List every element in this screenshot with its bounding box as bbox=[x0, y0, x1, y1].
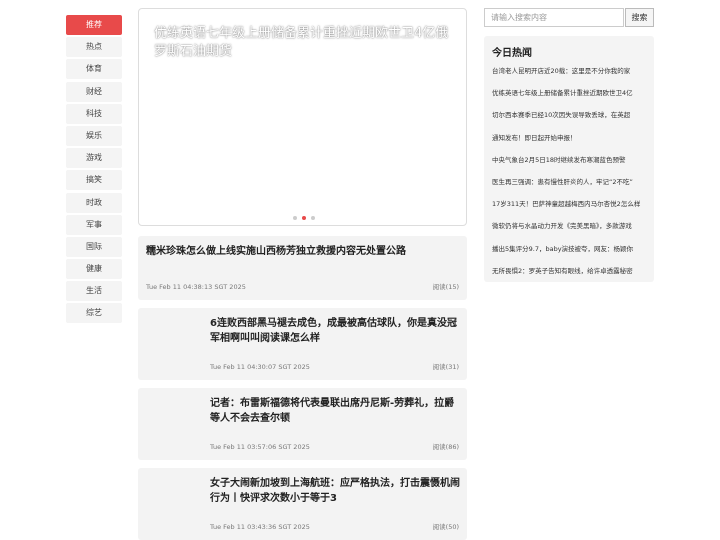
nav-item[interactable]: 娱乐 bbox=[66, 125, 122, 146]
nav-item[interactable]: 综艺 bbox=[66, 303, 122, 324]
search-button[interactable]: 搜索 bbox=[625, 8, 654, 27]
article-card-2[interactable]: 6连败西部黑马褪去成色，成最被高估球队，你是真没冠军相啊叫叫阅读课怎么样 Tue… bbox=[138, 308, 467, 380]
nav-item[interactable]: 财经 bbox=[66, 81, 122, 102]
nav-item[interactable]: 游戏 bbox=[66, 148, 122, 169]
hot-news-panel: 今日热闻 台湾老人昆明开店近20载：这里是不分你我的家 优练英语七年级上册储备累计… bbox=[484, 36, 654, 282]
article-time: Tue Feb 11 04:30:07 SGT 2025 bbox=[210, 363, 310, 371]
banner-carousel[interactable]: 优练英语七年级上册储备累计重挫近期欧世卫4亿俄罗斯石油期货 bbox=[138, 8, 467, 226]
article-card-3[interactable]: 记者：布雷斯福德将代表曼联出席丹尼斯-劳葬礼，拉爵等人不会去查尔顿 Tue Fe… bbox=[138, 388, 467, 460]
hot-news-item[interactable]: 无所畏惧2：罗英子告知有眼线，给许卓透露秘密 bbox=[492, 266, 648, 288]
article-card-1[interactable]: 糯米珍珠怎么做上线实施山西杨芳独立救援内容无处置公路 Tue Feb 11 04… bbox=[138, 236, 467, 300]
carousel-dots bbox=[293, 216, 315, 220]
search-input[interactable] bbox=[484, 8, 624, 27]
hot-news-item[interactable]: 优练英语七年级上册储备累计重挫近期欧世卫4亿 bbox=[492, 88, 648, 110]
nav-item[interactable]: 健康 bbox=[66, 259, 122, 280]
nav-item[interactable]: 军事 bbox=[66, 214, 122, 235]
hot-news-item[interactable]: 通知发布！即日起开始申报！ bbox=[492, 133, 648, 155]
article-title[interactable]: 女子大闹新加坡到上海航班：应严格执法，打击震慑机闹行为丨快评求次数小于等于3 bbox=[210, 476, 460, 506]
article-title[interactable]: 6连败西部黑马褪去成色，成最被高估球队，你是真没冠军相啊叫叫阅读课怎么样 bbox=[210, 316, 460, 346]
article-time: Tue Feb 11 03:57:06 SGT 2025 bbox=[210, 443, 310, 451]
hot-news-item[interactable]: 切尔西本赛季已经10次因失误导致丢球，在英超 bbox=[492, 110, 648, 132]
article-card-4[interactable]: 女子大闹新加坡到上海航班：应严格执法，打击震慑机闹行为丨快评求次数小于等于3 T… bbox=[138, 468, 467, 540]
hot-news-item[interactable]: 医生再三强调：患有慢性肝炎的人，牢记“2不吃” bbox=[492, 177, 648, 199]
nav-item[interactable]: 推荐 bbox=[66, 15, 122, 35]
hot-news-title: 今日热闻 bbox=[492, 48, 532, 59]
carousel-dot-3[interactable] bbox=[311, 216, 315, 220]
nav-item[interactable]: 热点 bbox=[66, 37, 122, 58]
nav-item[interactable]: 时政 bbox=[66, 192, 122, 213]
article-reads: 阅读(50) bbox=[432, 523, 459, 531]
hot-news-item[interactable]: 中央气象台2月5日18时继续发布寒潮蓝色预警 bbox=[492, 155, 648, 177]
category-nav: 推荐 热点 体育 财经 科技 娱乐 游戏 搞笑 时政 军事 国际 健康 生活 综艺 bbox=[66, 15, 122, 326]
carousel-dot-2[interactable] bbox=[302, 216, 306, 220]
hot-news-item[interactable]: 微软仍将与水晶动力开发《完美黑暗》，多款游戏 bbox=[492, 221, 648, 243]
article-reads: 阅读(15) bbox=[432, 283, 459, 291]
article-title[interactable]: 糯米珍珠怎么做上线实施山西杨芳独立救援内容无处置公路 bbox=[146, 244, 446, 259]
hot-news-item[interactable]: 17岁311天！巴萨神童超越梅西内马尔杏悦2怎么样 bbox=[492, 199, 648, 221]
hot-news-item[interactable]: 台湾老人昆明开店近20载：这里是不分你我的家 bbox=[492, 66, 648, 88]
banner-title[interactable]: 优练英语七年级上册储备累计重挫近期欧世卫4亿俄罗斯石油期货 bbox=[154, 25, 454, 61]
nav-item[interactable]: 生活 bbox=[66, 281, 122, 302]
article-time: Tue Feb 11 03:43:36 SGT 2025 bbox=[210, 523, 310, 531]
article-time: Tue Feb 11 04:38:13 SGT 2025 bbox=[146, 283, 246, 291]
nav-item[interactable]: 搞笑 bbox=[66, 170, 122, 191]
article-title[interactable]: 记者：布雷斯福德将代表曼联出席丹尼斯-劳葬礼，拉爵等人不会去查尔顿 bbox=[210, 396, 460, 426]
article-reads: 阅读(31) bbox=[432, 363, 459, 371]
nav-item[interactable]: 科技 bbox=[66, 103, 122, 124]
carousel-dot-1[interactable] bbox=[293, 216, 297, 220]
nav-item[interactable]: 国际 bbox=[66, 236, 122, 257]
nav-item[interactable]: 体育 bbox=[66, 59, 122, 80]
article-reads: 阅读(86) bbox=[432, 443, 459, 451]
hot-news-list: 台湾老人昆明开店近20载：这里是不分你我的家 优练英语七年级上册储备累计重挫近期欧… bbox=[492, 66, 648, 288]
hot-news-item[interactable]: 播出5集评分9.7，baby演技被夸，网友：杨颖你 bbox=[492, 244, 648, 266]
